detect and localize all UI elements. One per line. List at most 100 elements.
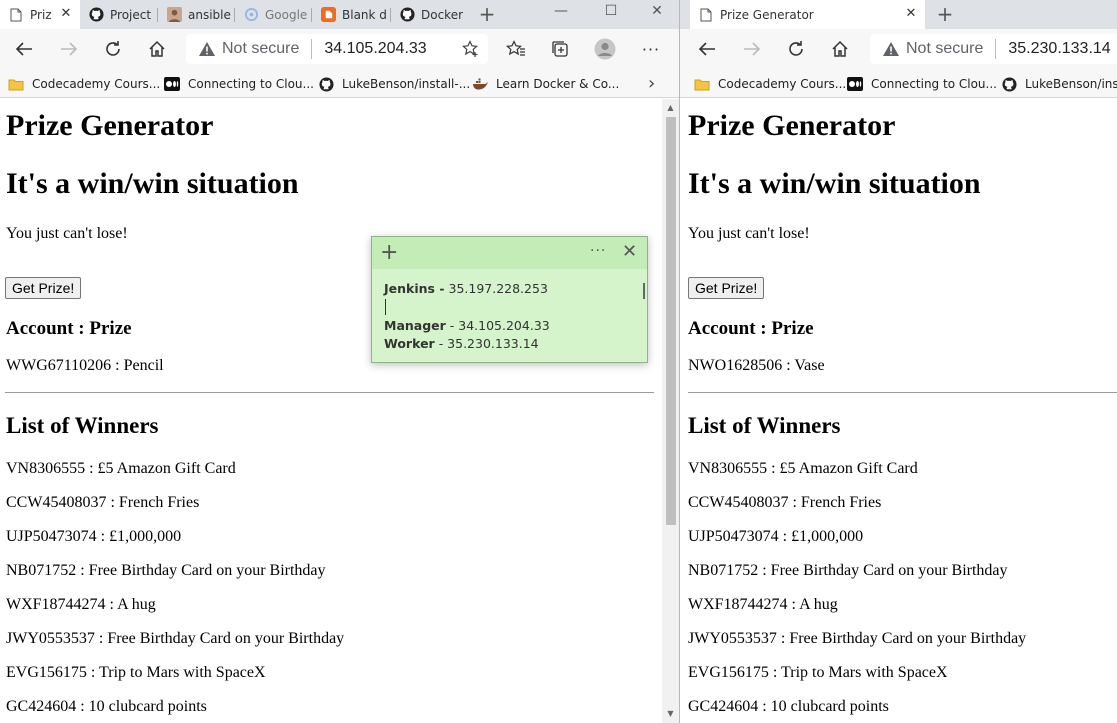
folder-icon bbox=[694, 76, 710, 92]
bookmark-item[interactable]: LukeBenson/install-... bbox=[318, 74, 470, 94]
bookmark-label: Connecting to Clou... bbox=[871, 77, 997, 91]
url-text: 35.230.133.14 bbox=[1008, 40, 1111, 57]
winner-item: CCW45408037 : French Fries bbox=[688, 494, 882, 511]
winner-item: NB071752 : Free Birthday Card on your Bi… bbox=[688, 562, 1008, 579]
page-subtitle: It's a win/win situation bbox=[6, 167, 299, 200]
tab-docker[interactable]: Docker bbox=[391, 0, 469, 29]
home-button[interactable] bbox=[143, 35, 171, 63]
scrollbar-thumb[interactable] bbox=[666, 117, 676, 525]
text-caret bbox=[385, 299, 386, 315]
back-button[interactable] bbox=[10, 35, 38, 63]
forward-arrow-icon bbox=[744, 42, 761, 56]
note-line-worker: Worker - 35.230.133.14 bbox=[384, 336, 539, 351]
tab-google[interactable]: Google bbox=[235, 0, 312, 29]
refresh-button[interactable] bbox=[99, 35, 127, 63]
bookmark-label: LukeBenson/install-... bbox=[342, 77, 471, 91]
refresh-icon bbox=[789, 41, 803, 56]
tab-label: ansible bbox=[188, 7, 231, 22]
note-value: - 34.105.204.33 bbox=[445, 318, 550, 333]
address-bar[interactable]: Not secure 35.230.133.14 bbox=[870, 34, 1117, 64]
get-prize-button[interactable]: Get Prize! bbox=[688, 277, 765, 299]
winner-item: CCW45408037 : French Fries bbox=[6, 494, 200, 511]
scroll-down-arrow-icon[interactable]: ▼ bbox=[662, 707, 679, 721]
tab-blank-doc[interactable]: Blank d bbox=[312, 0, 391, 29]
new-tab-button[interactable]: + bbox=[932, 2, 958, 26]
winner-item: EVG156175 : Trip to Mars with SpaceX bbox=[688, 664, 948, 681]
get-prize-button[interactable]: Get Prize! bbox=[5, 277, 82, 299]
more-menu-button[interactable]: ··· bbox=[637, 35, 665, 63]
note-label: Jenkins - bbox=[384, 281, 445, 296]
forward-button[interactable] bbox=[55, 35, 83, 63]
tab-strip: Priz ✕ Project ansible Google Blank d Do… bbox=[0, 0, 679, 29]
tab-prize-generator[interactable]: Priz ✕ bbox=[0, 0, 80, 29]
winner-item: WXF18744274 : A hug bbox=[688, 596, 838, 613]
collections-icon bbox=[552, 41, 568, 57]
account-result: WWG67110206 : Pencil bbox=[6, 357, 164, 374]
note-scrollbar[interactable] bbox=[643, 283, 645, 299]
add-favorite-icon[interactable] bbox=[462, 40, 480, 63]
winner-item: UJP50473074 : £1,000,000 bbox=[688, 528, 864, 545]
favorites-button[interactable] bbox=[502, 35, 530, 63]
bookmark-label: Codecademy Cours... bbox=[32, 77, 161, 91]
scroll-up-arrow-icon[interactable]: ▲ bbox=[662, 101, 679, 115]
tagline: You just can't lose! bbox=[688, 225, 810, 242]
chevron-right-icon[interactable]: › bbox=[648, 73, 655, 94]
medium-icon bbox=[847, 76, 863, 92]
tab-label: Project bbox=[110, 7, 152, 22]
collections-button[interactable] bbox=[546, 35, 574, 63]
refresh-button[interactable] bbox=[782, 35, 810, 63]
right-browser-window: Prize Generator ✕ + Not secure 35.230.13… bbox=[680, 0, 1117, 723]
profile-button[interactable] bbox=[591, 35, 619, 63]
maximize-button[interactable]: ☐ bbox=[588, 0, 634, 29]
winners-header: List of Winners bbox=[688, 413, 841, 438]
page-title: Prize Generator bbox=[688, 109, 896, 142]
tab-close-icon[interactable]: ✕ bbox=[903, 6, 919, 22]
bookmark-item[interactable]: Connecting to Clou... bbox=[164, 74, 314, 94]
winner-item: VN8306555 : £5 Amazon Gift Card bbox=[688, 460, 918, 477]
google-icon bbox=[243, 7, 259, 23]
blank-doc-icon bbox=[320, 7, 336, 23]
winner-item: NB071752 : Free Birthday Card on your Bi… bbox=[6, 562, 326, 579]
new-tab-button[interactable]: + bbox=[474, 2, 500, 26]
refresh-icon bbox=[106, 41, 120, 56]
close-icon[interactable]: ✕ bbox=[622, 241, 637, 262]
forward-arrow-icon bbox=[61, 42, 78, 56]
winner-item: JWY0553537 : Free Birthday Card on your … bbox=[688, 630, 1027, 647]
warning-icon bbox=[198, 41, 216, 57]
account-result: NWO1628506 : Vase bbox=[688, 357, 825, 374]
close-window-button[interactable]: ✕ bbox=[634, 0, 679, 29]
sticky-note[interactable]: + ··· ✕ Jenkins - 35.197.228.253 Manager… bbox=[371, 236, 648, 363]
ellipsis-icon[interactable]: ··· bbox=[590, 243, 606, 259]
divider-line bbox=[5, 392, 654, 393]
github-icon bbox=[1001, 76, 1017, 92]
bookmark-item[interactable]: Connecting to Clou... bbox=[847, 74, 997, 94]
tab-label: Blank d bbox=[342, 7, 387, 22]
tab-close-icon[interactable]: ✕ bbox=[58, 6, 74, 22]
browser-toolbar: Not secure 34.105.204.33 ··· bbox=[0, 29, 679, 69]
bookmark-item[interactable]: Codecademy Cours... bbox=[694, 74, 846, 94]
page-scrollbar[interactable]: ▲ ▼ bbox=[662, 99, 679, 723]
page-content: Prize Generator It's a win/win situation… bbox=[0, 99, 679, 723]
tab-label: Docker bbox=[421, 7, 464, 22]
bookmark-item[interactable]: Codecademy Cours... bbox=[8, 74, 160, 94]
home-button[interactable] bbox=[826, 35, 854, 63]
forward-button[interactable] bbox=[738, 35, 766, 63]
tab-ansible[interactable]: ansible bbox=[158, 0, 235, 29]
warning-icon bbox=[882, 41, 900, 57]
page-icon bbox=[698, 7, 714, 23]
minimize-button[interactable]: — bbox=[538, 0, 584, 29]
back-button[interactable] bbox=[693, 35, 721, 63]
add-note-icon[interactable]: + bbox=[380, 240, 398, 265]
bookmark-item[interactable]: Learn Docker & Co... bbox=[472, 74, 619, 94]
bookmark-label: LukeBenson/insta bbox=[1025, 77, 1117, 91]
winners-header: List of Winners bbox=[6, 413, 159, 438]
bookmark-label: Connecting to Clou... bbox=[188, 77, 314, 91]
bookmarks-bar: Codecademy Cours... Connecting to Clou..… bbox=[680, 69, 1117, 98]
bookmark-item[interactable]: LukeBenson/insta bbox=[1001, 74, 1117, 94]
tab-project[interactable]: Project bbox=[80, 0, 158, 29]
address-bar[interactable]: Not secure 34.105.204.33 bbox=[186, 34, 488, 64]
winner-item: EVG156175 : Trip to Mars with SpaceX bbox=[6, 664, 266, 681]
winner-item: GC424604 : 10 clubcard points bbox=[6, 698, 207, 715]
bookmarks-bar: Codecademy Cours... Connecting to Clou..… bbox=[0, 69, 679, 98]
tab-prize-generator[interactable]: Prize Generator ✕ bbox=[690, 0, 925, 29]
